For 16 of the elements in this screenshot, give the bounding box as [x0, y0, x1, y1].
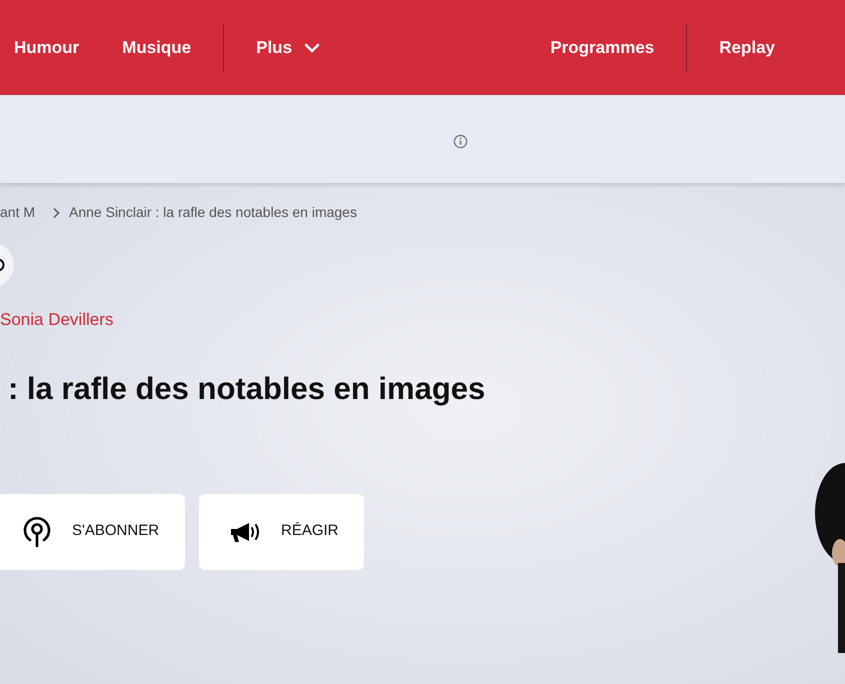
action-button[interactable]: RÉAGIR	[199, 494, 364, 570]
nav-link[interactable]: Programmes	[550, 34, 654, 60]
podcast-icon	[22, 516, 52, 548]
page-title: : la rafle des notables en images	[8, 370, 486, 408]
author-link[interactable]: Sonia Devillers	[0, 307, 114, 332]
ring-icon	[0, 258, 5, 272]
chevron-right-icon	[52, 206, 60, 218]
menu-dropdown[interactable]: Plus	[256, 34, 320, 60]
chevron-down-icon	[304, 42, 320, 52]
breadcrumb-link[interactable]: ant M	[0, 202, 36, 223]
nav-link[interactable]: Musique	[122, 34, 192, 60]
breadcrumb-link[interactable]: Anne Sinclair : la rafle des notables en images	[69, 202, 357, 223]
action-button[interactable]: S'ABONNER	[0, 494, 185, 570]
nav-link[interactable]: Humour	[14, 34, 80, 60]
nav-link[interactable]: Replay	[719, 34, 775, 60]
info-icon[interactable]	[453, 134, 468, 148]
